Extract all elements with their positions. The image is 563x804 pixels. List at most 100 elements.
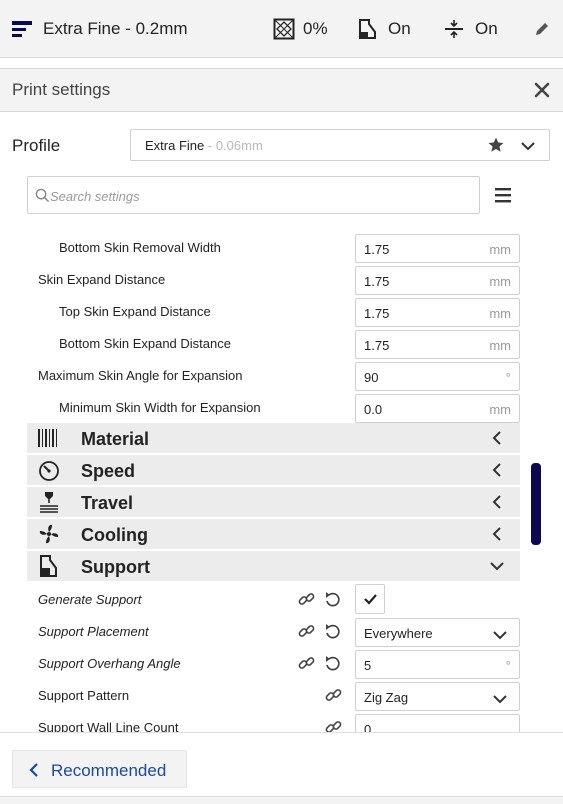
infill-indicator[interactable]: 0% <box>273 0 328 58</box>
profile-dropdown[interactable]: Extra Fine - 0.06mm <box>130 129 550 161</box>
chevron-down-icon[interactable] <box>520 139 536 157</box>
setting-value: 1.75 <box>364 242 390 257</box>
search-field <box>27 176 480 214</box>
setting-label: Maximum Skin Angle for Expansion <box>38 368 243 383</box>
infill-icon <box>273 18 295 40</box>
settings-scrollbar[interactable] <box>531 463 541 545</box>
setting-unit: ° <box>505 370 511 385</box>
setting-value: 5 <box>364 658 372 673</box>
material-icon <box>37 427 63 449</box>
setting-value: Zig Zag <box>364 690 409 705</box>
setting-label: Generate Support <box>38 592 142 607</box>
adhesion-value: On <box>475 19 498 38</box>
support-indicator[interactable]: On <box>357 0 411 58</box>
support-icon <box>37 555 63 577</box>
resize-grip-icon[interactable] <box>271 797 293 801</box>
profile-label: Profile <box>12 136 61 155</box>
cooling-icon <box>37 523 63 545</box>
setting-label: Top Skin Expand Distance <box>59 304 211 319</box>
settings-menu-icon[interactable] <box>494 184 514 206</box>
setting-unit: mm <box>489 402 511 417</box>
setting-label: Minimum Skin Width for Expansion <box>59 400 261 415</box>
setting-value: 90 <box>364 370 379 385</box>
close-icon[interactable] <box>532 80 552 100</box>
generate-support-checkbox[interactable] <box>355 584 385 614</box>
current-profile-name: Extra Fine - 0.2mm <box>43 19 188 38</box>
setting-value: Everywhere <box>364 626 433 641</box>
setting-input[interactable]: 1.75 mm <box>355 266 520 295</box>
chevron-left-icon <box>490 431 504 445</box>
setting-unit: mm <box>489 306 511 321</box>
recommended-button[interactable]: Recommended <box>12 750 187 788</box>
category-material[interactable]: Material <box>27 423 520 453</box>
setting-row: Support Pattern Zig Zag <box>0 679 563 711</box>
category-cooling[interactable]: Cooling <box>27 519 520 549</box>
recommended-label: Recommended <box>51 761 167 780</box>
setting-row: Top Skin Expand Distance 1.75 mm <box>0 295 563 327</box>
link-icon[interactable] <box>298 655 315 671</box>
setting-input[interactable]: 1.75 mm <box>355 234 520 263</box>
panel-title: Print settings <box>12 80 111 99</box>
link-icon[interactable] <box>298 623 315 639</box>
setting-unit: mm <box>489 338 511 353</box>
reset-icon[interactable] <box>324 591 342 607</box>
link-icon[interactable] <box>298 591 315 607</box>
setting-unit: mm <box>489 242 511 257</box>
link-icon[interactable] <box>325 687 342 703</box>
setting-input[interactable]: 1.75 mm <box>355 298 520 327</box>
adhesion-indicator[interactable]: On <box>444 0 498 58</box>
reset-icon[interactable] <box>324 655 342 671</box>
check-icon <box>363 592 378 611</box>
setting-unit: mm <box>489 274 511 289</box>
setting-value: 1.75 <box>364 306 390 321</box>
top-bar: Extra Fine - 0.2mm 0% On On <box>0 0 563 58</box>
chevron-left-icon <box>490 527 504 541</box>
category-travel[interactable]: Travel <box>27 487 520 517</box>
setting-row: Support Overhang Angle 5 ° <box>0 647 563 679</box>
print-settings-header: Print settings <box>0 68 563 112</box>
star-icon[interactable] <box>487 136 505 159</box>
category-label: Support <box>81 557 150 577</box>
setting-row: Bottom Skin Expand Distance 1.75 mm <box>0 327 563 359</box>
pencil-icon <box>534 21 550 37</box>
support-value: On <box>388 19 411 38</box>
edit-pencil-button[interactable] <box>534 0 550 58</box>
chevron-down-icon <box>493 628 507 640</box>
chevron-left-icon <box>29 763 39 777</box>
category-support[interactable]: Support <box>27 551 520 581</box>
setting-row: Support Placement Everywhere <box>0 615 563 647</box>
footer: Recommended <box>0 732 563 804</box>
setting-value: 1.75 <box>364 338 390 353</box>
profile-name: Extra Fine - 0.06mm <box>145 138 263 153</box>
adhesion-icon <box>444 18 464 40</box>
setting-input[interactable]: 90 ° <box>355 362 520 391</box>
search-icon <box>35 188 50 208</box>
speed-icon <box>37 459 63 481</box>
reset-icon[interactable] <box>324 623 342 639</box>
setting-input[interactable]: 0 <box>355 714 520 734</box>
travel-icon <box>37 491 63 513</box>
setting-label: Support Placement <box>38 624 149 639</box>
profile-selector[interactable]: Extra Fine - 0.2mm <box>12 0 188 58</box>
search-input[interactable] <box>50 186 450 206</box>
setting-value: 1.75 <box>364 274 390 289</box>
setting-label: Skin Expand Distance <box>38 272 166 287</box>
setting-label: Support Overhang Angle <box>38 656 181 671</box>
support-icon <box>357 18 379 40</box>
setting-input[interactable]: 5 ° <box>355 650 520 679</box>
category-label: Travel <box>81 493 134 513</box>
support-placement-dropdown[interactable]: Everywhere <box>355 618 520 647</box>
support-pattern-dropdown[interactable]: Zig Zag <box>355 682 520 711</box>
category-speed[interactable]: Speed <box>27 455 520 485</box>
setting-row: Generate Support <box>0 583 563 615</box>
setting-unit: ° <box>505 658 511 673</box>
setting-input[interactable]: 0.0 mm <box>355 394 520 423</box>
infill-value: 0% <box>303 19 328 38</box>
setting-row: Skin Expand Distance 1.75 mm <box>0 263 563 295</box>
profile-layer-height: - 0.06mm <box>207 138 263 153</box>
setting-label: Bottom Skin Removal Width <box>59 240 221 255</box>
setting-input[interactable]: 1.75 mm <box>355 330 520 359</box>
setting-row: Support Wall Line Count 0 <box>0 711 563 734</box>
chevron-down-icon <box>490 559 504 573</box>
category-label: Cooling <box>81 525 148 545</box>
